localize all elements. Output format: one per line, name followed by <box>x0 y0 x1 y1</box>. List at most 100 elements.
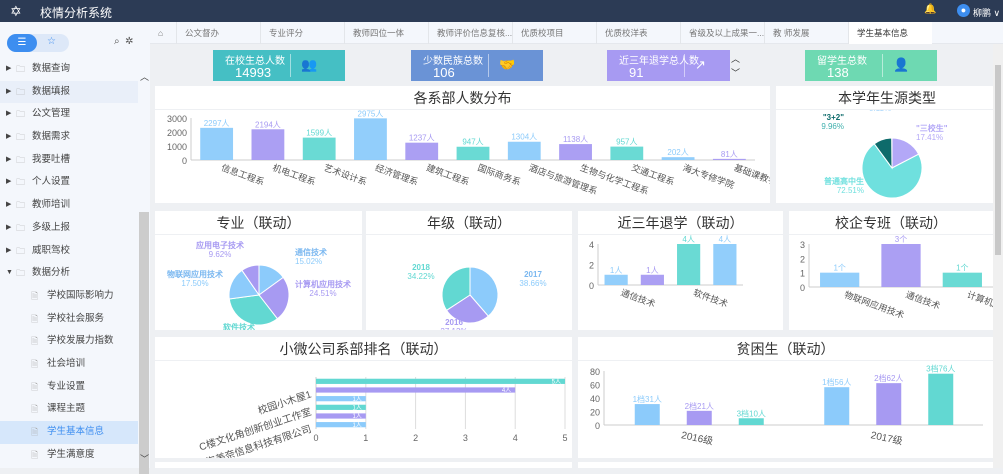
sidebar-item[interactable]: ▶🗀威职驾校 <box>0 240 138 263</box>
divider <box>882 54 883 77</box>
bell-icon[interactable]: 🔔 <box>924 4 936 15</box>
pie-label-name: 通信技术 <box>295 247 327 257</box>
document-icon: 🗎 <box>31 285 38 308</box>
stat-card[interactable]: 在校生总人数14993👥 <box>213 50 345 81</box>
page-scroll-thumb[interactable] <box>995 65 1001 255</box>
search-icon[interactable]: ⌕ <box>114 36 120 47</box>
y-tick-label: 2000 <box>167 128 187 138</box>
y-tick-label: 80 <box>590 367 600 377</box>
scroll-up-icon[interactable]: ︿ <box>140 70 149 83</box>
sidebar-subitem[interactable]: 🗎学生基本信息 <box>0 421 138 444</box>
caret-down-icon[interactable]: ▼ <box>6 262 13 285</box>
caret-right-icon[interactable]: ▶ <box>6 58 11 81</box>
bar-value-label: 2975人 <box>358 110 384 118</box>
sidebar-item[interactable]: ▶🗀数据查询 <box>0 58 138 81</box>
folder-icon: 🗀 <box>16 262 25 285</box>
stat-value: 138 <box>827 65 849 80</box>
panel-company: 小微公司系部排名（联动）0123451人1人威海美奈信息科技有限公司1人1人C楼… <box>155 337 572 458</box>
pie-label-percent: 9.96% <box>821 122 844 131</box>
stats-scroll-down-icon[interactable]: ﹀ <box>731 66 740 79</box>
sidebar-subitem[interactable]: 🗎课程主题 <box>0 398 138 421</box>
pie-label-percent: 17.41% <box>916 133 943 142</box>
bar <box>662 157 695 160</box>
bar <box>713 159 746 160</box>
x-tick-label: 2 <box>413 433 418 443</box>
sidebar-item[interactable]: ▶🗀数据填报 <box>0 81 138 104</box>
grade-pie-chart: 201738.66%201627.12%201834.22% <box>366 235 572 330</box>
star-icon[interactable]: ☆ <box>47 36 56 47</box>
tab[interactable]: 优质校洋表 <box>596 22 680 44</box>
pie-label-percent: 15.02% <box>295 257 322 266</box>
bar-value-label: 1档31人 <box>633 394 662 404</box>
user-name[interactable]: 柳鹏 ∨ <box>973 6 1000 19</box>
stat-card[interactable]: 少数民族总数106🤝 <box>411 50 543 81</box>
pie-label-percent: 17.50% <box>181 279 208 288</box>
panel-source: 本学年生源类型"三校生"17.41%普通高中生72.51%"3+2"9.96%0… <box>776 86 998 203</box>
sidebar-item[interactable]: ▶🗀多级上报 <box>0 217 138 240</box>
sidebar-subitem[interactable]: 🗎社会培训 <box>0 353 138 376</box>
sidebar-scroll-thumb[interactable] <box>139 212 149 474</box>
caret-right-icon[interactable]: ▶ <box>6 149 11 172</box>
sidebar-subitem[interactable]: 🗎学校国际影响力 <box>0 285 138 308</box>
sidebar-item[interactable]: ▶🗀教师培训 <box>0 194 138 217</box>
tab[interactable]: 优质校项目 <box>512 22 596 44</box>
caret-right-icon[interactable]: ▶ <box>6 217 11 240</box>
sidebar-item[interactable]: ▶🗀数据需求 <box>0 126 138 149</box>
caret-right-icon[interactable]: ▶ <box>6 81 11 104</box>
bar <box>713 244 736 285</box>
sidebar-item-label: 个人设置 <box>32 171 70 194</box>
x-tick-label: 0 <box>313 433 318 443</box>
tab-bar: ⌂ 公文督办专业评分教师四位一体教师评价信息复核...优质校项目优质校洋表省级及… <box>150 22 1003 44</box>
tab[interactable]: 教师四位一体 <box>344 22 428 44</box>
pie-label-name: "3+2" <box>823 113 844 122</box>
x-tick-label: 艺术设计系 <box>322 162 368 188</box>
sidebar-item-label: 数据需求 <box>32 126 70 149</box>
bar <box>687 411 712 425</box>
y-tick-label: 60 <box>590 381 600 391</box>
tab[interactable]: 省级及以上成果一... <box>680 22 764 44</box>
home-tab-icon[interactable]: ⌂ <box>150 22 176 44</box>
tab[interactable]: 教师评价信息复核... <box>428 22 512 44</box>
sidebar-subitem[interactable]: 🗎学生满意度 <box>0 444 138 467</box>
sidebar-item[interactable]: ▼🗀数据分析 <box>0 262 138 285</box>
tab[interactable]: 专业评分 <box>260 22 344 44</box>
sidebar-subitem[interactable]: 🗎学校发展力指数 <box>0 330 138 353</box>
stat-card[interactable]: 留学生总数138👤 <box>805 50 937 81</box>
tab[interactable]: 学生基本信息 <box>848 22 932 44</box>
stat-value: 91 <box>629 65 643 80</box>
caret-right-icon[interactable]: ▶ <box>6 103 11 126</box>
caret-right-icon[interactable]: ▶ <box>6 194 11 217</box>
pin-icon[interactable]: ✲ <box>125 36 133 47</box>
sidebar-subitem[interactable]: 🗎学校社会服务 <box>0 308 138 331</box>
bar-value-label: 1人 <box>352 422 361 429</box>
stat-card[interactable]: 近三年退学总人数91↗ <box>607 50 730 81</box>
list-icon[interactable]: ☰ <box>7 34 37 52</box>
coop-bar-chart: 01231个物联网应用技术3个通信技术1个计算机应用技术 <box>789 235 993 330</box>
sidebar-item[interactable]: ▶🗀我要吐槽 <box>0 149 138 172</box>
caret-right-icon[interactable]: ▶ <box>6 126 11 149</box>
source-pie-chart: "三校生"17.41%普通高中生72.51%"3+2"9.96%0.11% <box>776 110 998 203</box>
folder-icon: 🗀 <box>16 81 25 104</box>
tab[interactable]: 公文督办 <box>176 22 260 44</box>
sidebar-item[interactable]: ▶🗀公文管理 <box>0 103 138 126</box>
scroll-down-icon[interactable]: ﹀ <box>140 452 149 465</box>
sidebar-subitem[interactable]: 🗎专业设置 <box>0 376 138 399</box>
tab[interactable]: 教 师发展 <box>764 22 848 44</box>
bar-value-label: 1304人 <box>511 133 537 142</box>
sidebar-view-toggle[interactable]: ☰ ☆ <box>7 34 69 52</box>
app-title: 校情分析系统 <box>40 4 112 21</box>
x-tick-label: 建筑工程系 <box>425 162 471 188</box>
bar-value-label: 1138人 <box>563 135 588 144</box>
stats-scroll-up-icon[interactable]: ︿ <box>731 52 740 65</box>
avatar[interactable]: ● <box>957 4 970 17</box>
bar-value-label: 1599人 <box>306 129 332 138</box>
caret-right-icon[interactable]: ▶ <box>6 171 11 194</box>
sidebar-item[interactable]: ▶🗀个人设置 <box>0 171 138 194</box>
panel-title: 专业（联动） <box>155 211 362 235</box>
x-tick-label: 2016级 <box>680 429 714 447</box>
bar-value-label: 2194人 <box>255 120 281 129</box>
x-tick-label: 5 <box>562 433 567 443</box>
caret-right-icon[interactable]: ▶ <box>6 240 11 263</box>
bar <box>635 404 660 425</box>
bar <box>303 138 336 160</box>
